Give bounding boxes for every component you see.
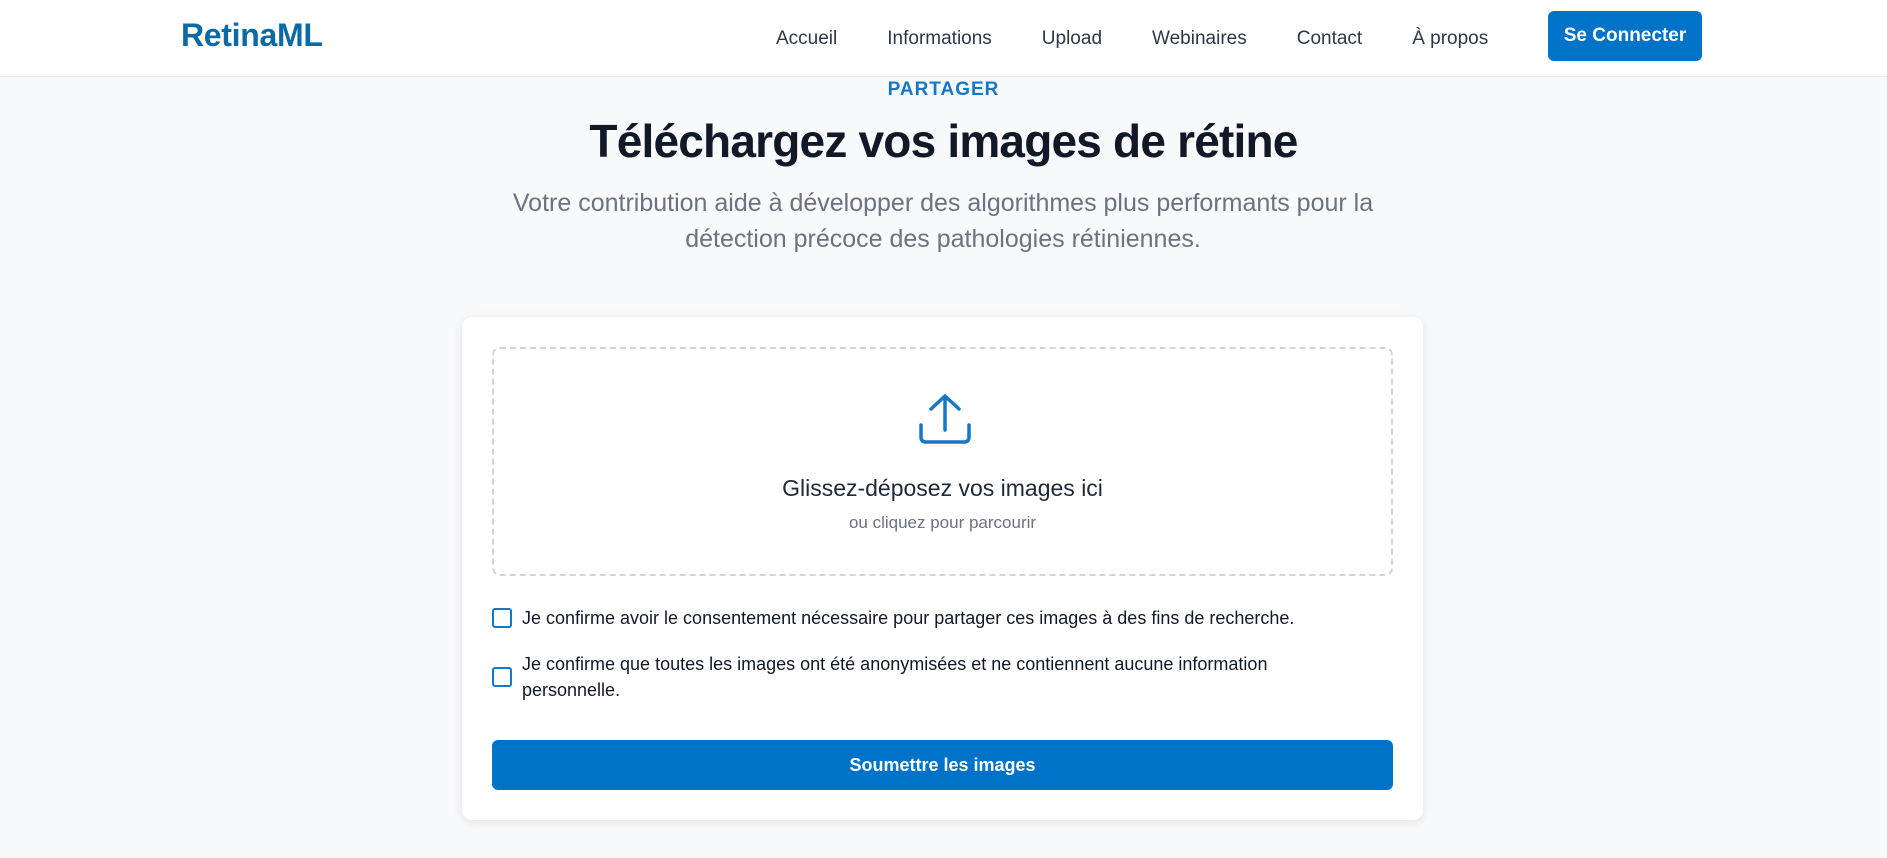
page-subtitle: Votre contribution aide à développer des… <box>512 189 1374 253</box>
nav-link-webinaires[interactable]: Webinaires <box>1152 28 1247 50</box>
dropzone-title: Glissez-déposez vos images ici <box>782 475 1103 501</box>
page-title: Téléchargez vos images de rétine <box>589 115 1298 167</box>
nav-link-accueil[interactable]: Accueil <box>776 28 837 50</box>
upload-icon <box>919 394 971 444</box>
section-eyebrow: PARTAGER <box>887 79 1000 100</box>
nav-link-a-propos[interactable]: À propos <box>1412 28 1488 50</box>
consent-label[interactable]: Je confirme avoir le consentement nécess… <box>522 605 1294 631</box>
consent-row: Je confirme avoir le consentement nécess… <box>492 605 1294 631</box>
consent-checkbox[interactable] <box>492 608 512 628</box>
anonymized-checkbox[interactable] <box>492 667 512 687</box>
submit-images-button[interactable]: Soumettre les images <box>492 740 1393 790</box>
nav-link-contact[interactable]: Contact <box>1297 28 1362 50</box>
top-navbar: RetinaML Accueil Informations Upload Web… <box>0 0 1887 77</box>
nav-link-upload[interactable]: Upload <box>1042 28 1102 50</box>
anonymized-row: Je confirme que toutes les images ont ét… <box>492 651 1322 703</box>
login-button[interactable]: Se Connecter <box>1548 11 1702 61</box>
anonymized-label[interactable]: Je confirme que toutes les images ont ét… <box>522 651 1322 703</box>
image-dropzone[interactable]: Glissez-déposez vos images ici ou clique… <box>492 347 1393 576</box>
main-nav: Accueil Informations Upload Webinaires C… <box>776 0 1538 77</box>
upload-card: Glissez-déposez vos images ici ou clique… <box>462 317 1423 820</box>
brand-logo[interactable]: RetinaML <box>181 17 323 54</box>
dropzone-subtitle[interactable]: ou cliquez pour parcourir <box>494 513 1391 533</box>
nav-link-informations[interactable]: Informations <box>887 28 992 50</box>
